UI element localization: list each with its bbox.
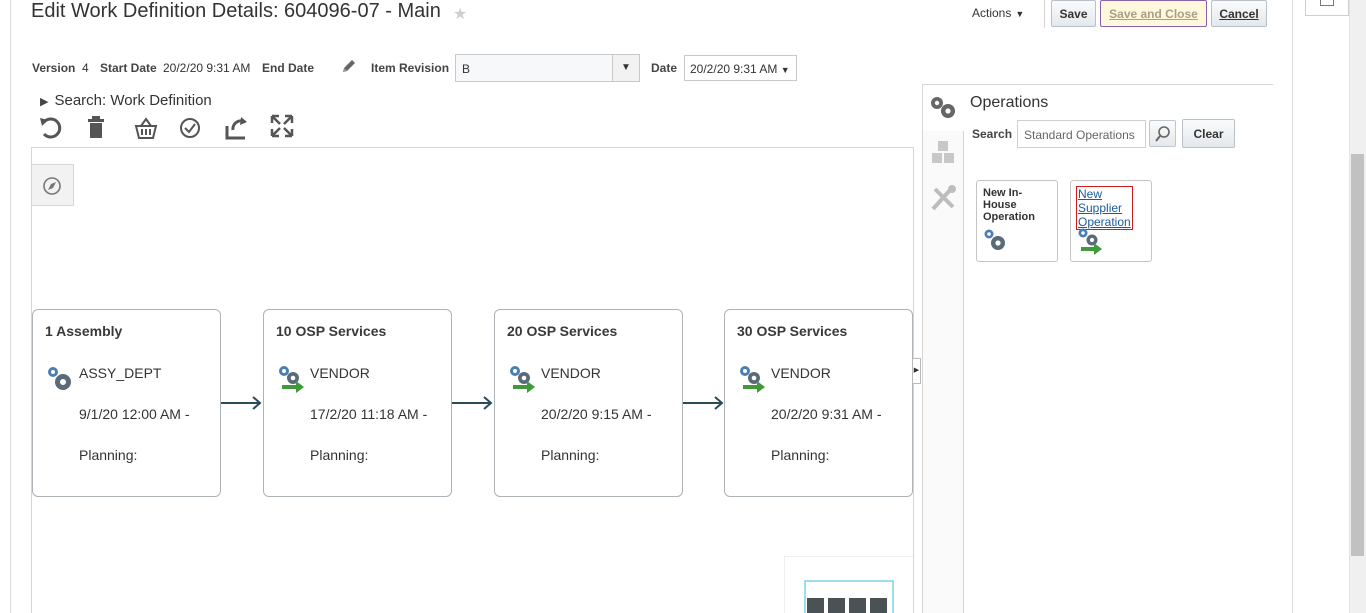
tools-icon [931, 185, 956, 211]
actions-label: Actions [972, 6, 1012, 20]
operation-planning: Planning: [541, 447, 600, 463]
operations-search-input[interactable]: Standard Operations [1017, 120, 1146, 148]
start-date-field: Start Date [100, 61, 157, 75]
diagram-overview-map[interactable] [784, 556, 915, 613]
operation-department: VENDOR [541, 365, 601, 381]
actions-menu[interactable]: Actions ▼ [972, 6, 1024, 20]
work-definition-diagram[interactable]: 1 Assembly ASSY_DEPT 9/1/20 12:00 AM - P… [31, 147, 915, 613]
date-value: 20/2/20 9:31 AM [690, 62, 778, 76]
save-and-close-button[interactable]: Save and Close [1100, 0, 1207, 27]
card-label-text[interactable]: New Supplier Operation [1076, 186, 1133, 230]
search-work-definition-toggle[interactable]: ▶ Search: Work Definition [40, 92, 212, 109]
fullscreen-icon[interactable] [270, 114, 298, 142]
operation-department: VENDOR [310, 365, 370, 381]
operation-title: 10 OSP Services [276, 323, 387, 339]
tab-operations[interactable] [923, 85, 964, 131]
favorite-star-icon[interactable]: ★ [453, 4, 467, 24]
version-value: 4 [82, 61, 89, 75]
chevron-down-icon: ▼ [1015, 9, 1025, 19]
item-revision-label: Item Revision [371, 61, 450, 75]
date-label: Date [651, 61, 678, 75]
item-revision-value: B [462, 62, 471, 76]
flow-arrow-icon [683, 396, 724, 410]
panel-tab-strip [922, 85, 964, 613]
operations-search-label: Search [972, 127, 1013, 141]
start-date-value: 20/2/20 9:31 AM [163, 61, 250, 75]
date-select[interactable]: 20/2/20 9:31 AM ▼ [684, 55, 797, 81]
edit-pencil-icon[interactable] [341, 58, 357, 74]
new-supplier-operation-card[interactable]: New Supplier Operation [1070, 180, 1152, 262]
cancel-button[interactable]: Cancel [1211, 0, 1267, 27]
operation-node[interactable]: 20 OSP Services VENDOR 20/2/20 9:15 AM -… [494, 309, 683, 497]
date-field: Date [651, 61, 677, 75]
maximize-icon[interactable] [1305, 0, 1349, 16]
start-date-value-text: 20/2/20 9:31 AM [163, 61, 251, 75]
in-house-operation-icon [984, 229, 1005, 250]
components-icon [932, 141, 954, 163]
undo-icon[interactable] [38, 114, 66, 142]
supplier-operation-icon [740, 366, 765, 393]
gears-icon [931, 97, 955, 118]
operation-date: 17/2/20 11:18 AM - [310, 406, 428, 422]
operation-date: 20/2/20 9:31 AM - [771, 406, 882, 422]
new-in-house-operation-card[interactable]: New In-House Operation [976, 180, 1058, 262]
search-icon [1155, 126, 1170, 142]
supplier-operation-icon [1078, 228, 1102, 255]
tab-components[interactable] [923, 131, 964, 177]
save-button[interactable]: Save [1051, 0, 1096, 27]
clear-button[interactable]: Clear [1182, 119, 1235, 148]
item-revision-select[interactable]: B ▼ [455, 54, 640, 82]
version-field: Version [32, 61, 75, 75]
card-label[interactable]: New Supplier Operation [1076, 186, 1133, 230]
compass-icon[interactable] [32, 164, 74, 206]
disclosure-triangle-icon: ▶ [40, 96, 49, 108]
panel-collapse-handle[interactable]: ▶ [912, 358, 921, 384]
refresh-icon[interactable] [223, 114, 251, 142]
item-revision-field: Item Revision [371, 61, 449, 75]
flow-arrow-icon [221, 396, 262, 410]
operation-planning: Planning: [79, 447, 138, 463]
operation-date: 20/2/20 9:15 AM - [541, 406, 652, 422]
operations-panel: Operations Search Standard Operations Cl… [922, 84, 1273, 613]
flow-arrow-icon [452, 396, 493, 410]
operations-title: Operations [970, 94, 1049, 111]
operation-department: ASSY_DEPT [79, 365, 162, 381]
operation-node[interactable]: 10 OSP Services VENDOR 17/2/20 11:18 AM … [263, 309, 452, 497]
in-house-operation-icon [48, 367, 71, 390]
supplier-operation-icon [510, 366, 535, 393]
scrollbar-thumb[interactable] [1351, 154, 1364, 556]
version-label: Version [32, 61, 76, 75]
supplier-operation-icon [279, 366, 304, 393]
start-date-label: Start Date [100, 61, 157, 75]
operation-node[interactable]: 30 OSP Services VENDOR 20/2/20 9:31 AM -… [724, 309, 913, 497]
card-label: New In-House Operation [983, 187, 1035, 223]
compass-glyph [43, 177, 61, 195]
check-icon[interactable] [178, 114, 206, 142]
operation-date: 9/1/20 12:00 AM - [79, 406, 190, 422]
end-date-label: End Date [262, 61, 315, 75]
page-right-border [1292, 0, 1293, 613]
operation-node[interactable]: 1 Assembly ASSY_DEPT 9/1/20 12:00 AM - P… [32, 309, 221, 497]
basket-icon[interactable] [132, 114, 160, 142]
dropdown-arrow-icon[interactable]: ▼ [612, 55, 639, 81]
search-button[interactable] [1149, 120, 1176, 147]
delete-icon[interactable] [85, 114, 113, 142]
operation-title: 1 Assembly [45, 323, 123, 339]
page-title: Edit Work Definition Details: 604096-07 … [31, 0, 441, 22]
page-left-border [10, 0, 11, 613]
operation-title: 30 OSP Services [737, 323, 848, 339]
operation-department: VENDOR [771, 365, 831, 381]
operation-planning: Planning: [310, 447, 369, 463]
operation-title: 20 OSP Services [507, 323, 618, 339]
tab-resources[interactable] [923, 177, 964, 223]
operation-planning: Planning: [771, 447, 830, 463]
version-value-text: 4 [82, 61, 89, 75]
toolbar-separator [1044, 0, 1045, 28]
end-date-field: End Date [262, 61, 314, 75]
chevron-down-icon: ▼ [780, 65, 790, 75]
search-section-label: Search: Work Definition [54, 92, 212, 109]
